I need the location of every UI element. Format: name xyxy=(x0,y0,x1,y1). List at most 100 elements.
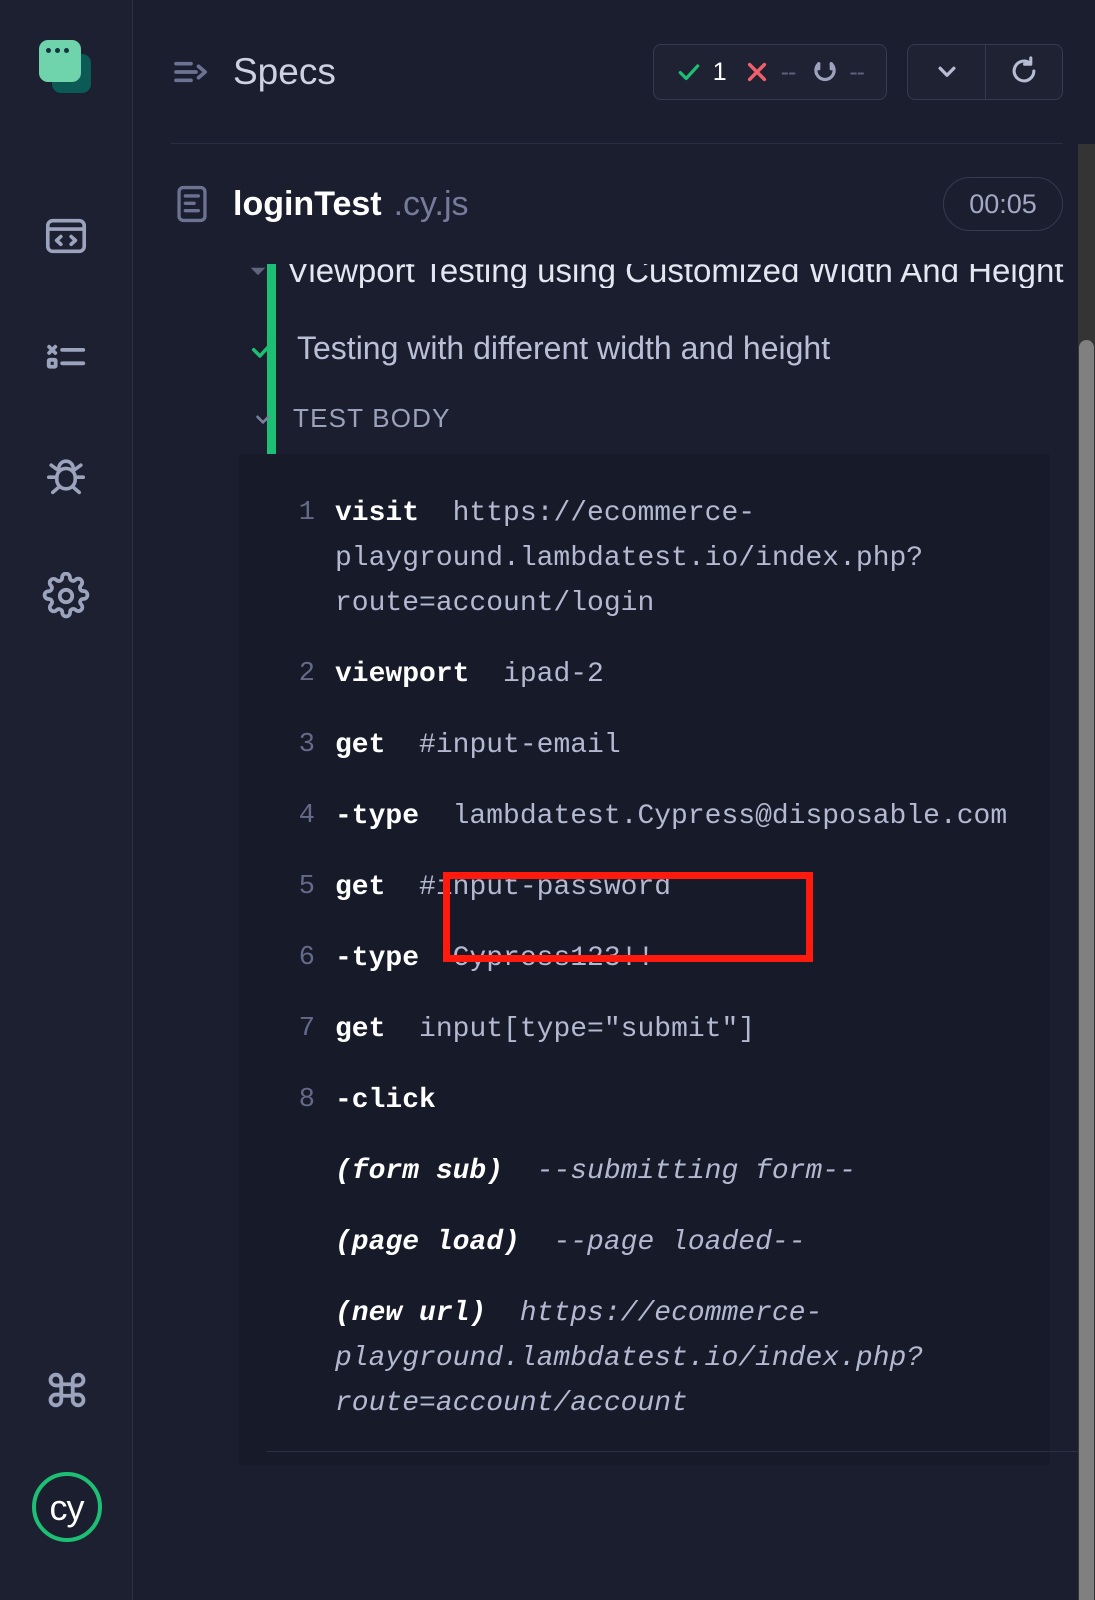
command-name: (page load) xyxy=(335,1227,520,1258)
code-window-icon xyxy=(43,213,89,259)
command-log-entry[interactable]: 7get input[type="submit"] xyxy=(239,994,1050,1065)
command-text: get input[type="submit"] xyxy=(335,1007,1030,1052)
vertical-scrollbar-track[interactable] xyxy=(1078,144,1095,1600)
command-log-entry[interactable]: 5get #input-password xyxy=(239,852,1050,923)
command-key-icon xyxy=(44,1367,90,1413)
command-name: get xyxy=(335,730,385,761)
command-message: #input-email xyxy=(419,730,621,761)
spec-title-row: loginTest .cy.js 00:05 xyxy=(133,144,1095,264)
stat-passed-value: 1 xyxy=(713,58,727,87)
vertical-scrollbar-thumb[interactable] xyxy=(1079,340,1094,1600)
command-text: (page load) --page loaded-- xyxy=(335,1220,1030,1265)
command-name: (form sub) xyxy=(335,1156,503,1187)
command-text: visit https://ecommerce-playground.lambd… xyxy=(335,491,1030,626)
command-text: (form sub) --submitting form-- xyxy=(335,1149,1030,1194)
command-message: lambdatest.Cypress@disposable.com xyxy=(453,801,1008,832)
command-number: 4 xyxy=(239,794,335,839)
command-text: -click xyxy=(335,1078,1030,1123)
command-name: -type xyxy=(335,943,419,974)
sidebar-item-specs[interactable] xyxy=(40,210,92,262)
command-text: get #input-email xyxy=(335,723,1030,768)
stat-pending: -- xyxy=(812,58,864,87)
cypress-test-runner-window: cy Specs xyxy=(0,0,1095,1600)
command-name: -click xyxy=(335,1085,436,1116)
command-log-entry[interactable]: 1visit https://ecommerce-playground.lamb… xyxy=(239,478,1050,639)
suite-collapse-caret-icon xyxy=(247,264,269,282)
bottom-divider xyxy=(267,1451,1095,1452)
command-number: 6 xyxy=(239,936,335,981)
command-text: -type lambdatest.Cypress@disposable.com xyxy=(335,794,1030,839)
main-panel: Specs 1 xyxy=(133,0,1095,1600)
spec-duration-badge: 00:05 xyxy=(943,177,1063,231)
header-divider xyxy=(171,143,1063,144)
command-message: input[type="submit"] xyxy=(419,1014,755,1045)
x-icon xyxy=(744,59,770,85)
cypress-cy-logo[interactable]: cy xyxy=(32,1472,102,1542)
command-text: (new url) https://ecommerce-playground.l… xyxy=(335,1291,1030,1426)
sidebar-item-settings[interactable] xyxy=(40,570,92,622)
command-text: viewport ipad-2 xyxy=(335,652,1030,697)
reporter-header: Specs 1 xyxy=(133,0,1095,144)
test-list-icon xyxy=(43,333,89,379)
file-document-icon xyxy=(171,183,213,225)
stat-failed: -- xyxy=(744,58,796,87)
sidebar-item-debug[interactable] xyxy=(40,450,92,502)
bug-icon xyxy=(42,452,90,500)
cypress-stacked-windows-logo[interactable] xyxy=(39,40,93,94)
arrow-lines-icon[interactable] xyxy=(171,52,211,92)
test-passed-check-icon xyxy=(249,335,277,363)
collapse-all-button[interactable] xyxy=(908,45,985,99)
rerun-button[interactable] xyxy=(985,45,1062,99)
runnable-body: Viewport Testing using Customized Width … xyxy=(247,264,1095,1465)
command-message: --submitting form-- xyxy=(537,1156,856,1187)
command-log-event[interactable]: (new url) https://ecommerce-playground.l… xyxy=(239,1278,1050,1439)
command-number: 3 xyxy=(239,723,335,768)
page-title: Specs xyxy=(233,51,336,93)
logo-front-card xyxy=(39,40,81,82)
chevron-down-icon xyxy=(932,56,962,89)
test-body-toggle[interactable]: TEST BODY xyxy=(247,403,1095,434)
spec-file-extension: .cy.js xyxy=(394,185,469,224)
command-number: 8 xyxy=(239,1078,335,1123)
logo-dots xyxy=(46,48,69,53)
suite-title-row[interactable]: Viewport Testing using Customized Width … xyxy=(247,264,1095,288)
command-number: 5 xyxy=(239,865,335,910)
test-title-row[interactable]: Testing with different width and height xyxy=(247,330,1095,367)
command-log-entry[interactable]: 3get #input-email xyxy=(239,710,1050,781)
nav-bottom-group: cy xyxy=(0,1364,133,1542)
nav-icon-list xyxy=(40,210,92,622)
command-name: -type xyxy=(335,801,419,832)
command-name: (new url) xyxy=(335,1298,486,1329)
command-name: viewport xyxy=(335,659,469,690)
cy-logo-text: cy xyxy=(50,1490,84,1526)
stat-failed-value: -- xyxy=(781,58,796,87)
command-log-event[interactable]: (form sub) --submitting form-- xyxy=(239,1136,1050,1207)
command-text: -type Cypress123!! xyxy=(335,936,1030,981)
command-log-entry[interactable]: 8-click xyxy=(239,1065,1050,1136)
runnables-region: Viewport Testing using Customized Width … xyxy=(133,264,1095,1600)
command-log-entry[interactable]: 6-type Cypress123!! xyxy=(239,923,1050,994)
check-icon xyxy=(676,59,702,85)
command-text: get #input-password xyxy=(335,865,1030,910)
stat-passed: 1 xyxy=(676,58,727,87)
chevron-down-icon xyxy=(251,407,275,431)
command-log-event[interactable]: (page load) --page loaded-- xyxy=(239,1207,1050,1278)
command-name: visit xyxy=(335,498,419,529)
runnable-wrapper: Viewport Testing using Customized Width … xyxy=(133,264,1095,1590)
test-title-label: Testing with different width and height xyxy=(297,330,830,367)
command-log-entry[interactable]: 4-type lambdatest.Cypress@disposable.com xyxy=(239,781,1050,852)
command-message: https://ecommerce-playground.lambdatest.… xyxy=(335,498,923,619)
command-message: ipad-2 xyxy=(503,659,604,690)
command-message: Cypress123!! xyxy=(453,943,655,974)
refresh-icon xyxy=(1008,55,1040,90)
header-right-group: 1 -- xyxy=(653,44,1063,100)
sidebar-item-runs[interactable] xyxy=(40,330,92,382)
spec-file-name: loginTest xyxy=(233,185,382,224)
sidebar-item-keyboard-shortcuts[interactable] xyxy=(41,1364,93,1416)
pending-circle-icon xyxy=(812,59,838,85)
command-name: get xyxy=(335,1014,385,1045)
command-number: 1 xyxy=(239,491,335,536)
command-log-entry[interactable]: 2viewport ipad-2 xyxy=(239,639,1050,710)
test-stats-badge: 1 -- xyxy=(653,44,887,100)
command-name: get xyxy=(335,872,385,903)
